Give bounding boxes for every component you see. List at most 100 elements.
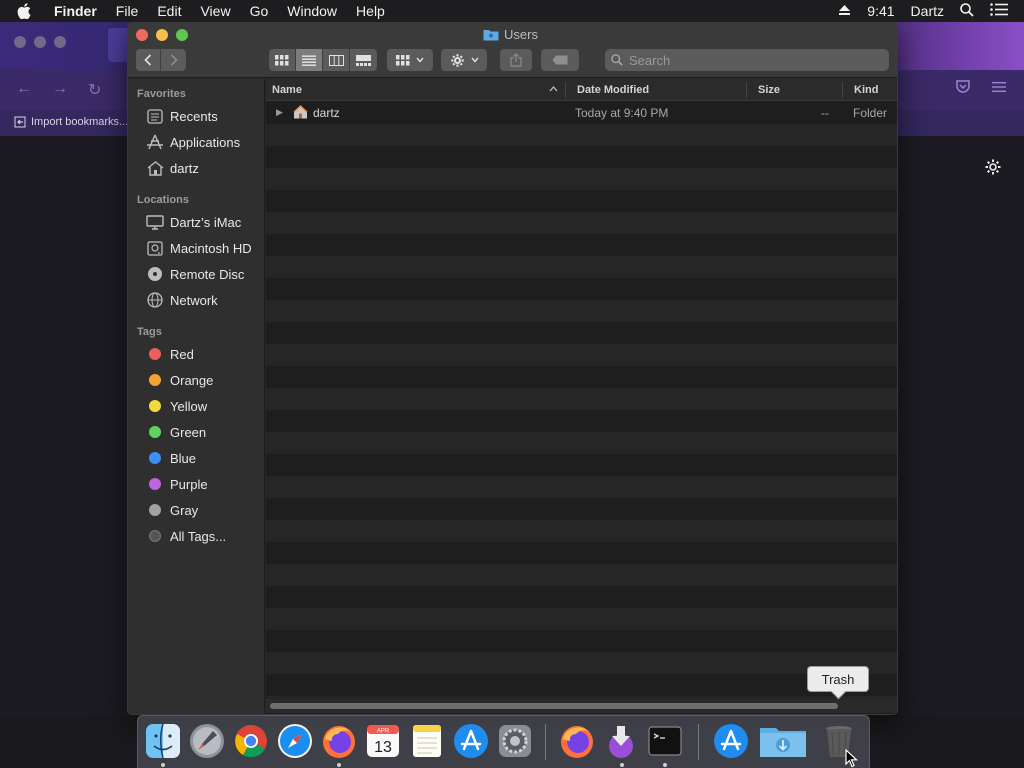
- column-header-date-modified[interactable]: Date Modified: [577, 84, 649, 96]
- tag-color-dot: [149, 452, 161, 464]
- column-header-size[interactable]: Size: [758, 84, 780, 96]
- eject-icon[interactable]: [838, 3, 851, 19]
- menu-help[interactable]: Help: [356, 3, 385, 19]
- dock-terminal-icon[interactable]: [646, 722, 684, 760]
- search-field[interactable]: Search: [605, 49, 889, 71]
- mouse-cursor-icon: [845, 748, 859, 768]
- sidebar-tag-yellow[interactable]: Yellow: [128, 394, 264, 418]
- sidebar-item-label: Red: [170, 346, 194, 362]
- close-button[interactable]: [136, 29, 148, 41]
- sidebar-item-applications[interactable]: Applications: [128, 130, 264, 154]
- settings-gear-icon[interactable]: [984, 158, 1002, 181]
- table-row[interactable]: ▶ dartz Today at 9:40 PM -- Folder: [266, 102, 897, 124]
- column-divider[interactable]: [565, 82, 566, 98]
- sidebar-item-label: Applications: [170, 134, 241, 150]
- dock-safari-icon[interactable]: [276, 722, 314, 760]
- column-view-button[interactable]: [323, 49, 350, 71]
- dock-chrome-icon[interactable]: [232, 722, 270, 760]
- sidebar-all-tags[interactable]: All Tags...: [128, 524, 264, 548]
- home-icon: [145, 159, 165, 177]
- finder-title-bar: Users Search: [128, 23, 897, 78]
- dock-system-preferences-icon[interactable]: [496, 722, 534, 760]
- column-divider[interactable]: [746, 82, 747, 98]
- spotlight-search-icon[interactable]: [960, 2, 974, 20]
- column-divider[interactable]: [842, 82, 843, 98]
- dock-firefox-2-icon[interactable]: [558, 722, 596, 760]
- share-button[interactable]: [500, 49, 532, 71]
- browser-close-dot[interactable]: [14, 36, 26, 48]
- sidebar-item-macintosh-hd[interactable]: Macintosh HD: [128, 236, 264, 260]
- browser-back-icon[interactable]: ←: [16, 80, 32, 98]
- column-header-name[interactable]: Name: [272, 84, 302, 96]
- group-by-button[interactable]: [387, 49, 433, 71]
- tag-icon: [552, 55, 568, 65]
- tag-color-dot: [149, 504, 161, 516]
- minimize-button[interactable]: [156, 29, 168, 41]
- applications-icon: [145, 133, 165, 151]
- tag-color-dot: [149, 426, 161, 438]
- disclosure-triangle-icon[interactable]: ▶: [276, 107, 283, 118]
- sidebar-tag-red[interactable]: Red: [128, 342, 264, 366]
- sidebar-item-label: Recents: [170, 108, 218, 124]
- sidebar-tag-purple[interactable]: Purple: [128, 472, 264, 496]
- dock-downloader-icon[interactable]: [602, 722, 640, 760]
- search-icon: [611, 54, 623, 66]
- sidebar-item-label: Blue: [170, 450, 197, 466]
- dock-launchpad-icon[interactable]: [188, 722, 226, 760]
- browser-minimize-dot[interactable]: [34, 36, 46, 48]
- locations-header: Locations: [137, 194, 189, 206]
- sidebar-item-label: Dartz’s iMac: [170, 214, 242, 230]
- dock-notes-icon[interactable]: [408, 722, 446, 760]
- gallery-view-button[interactable]: [350, 49, 377, 71]
- sidebar-tag-orange[interactable]: Orange: [128, 368, 264, 392]
- icon-view-button[interactable]: [269, 49, 296, 71]
- pocket-icon[interactable]: [956, 80, 970, 98]
- menu-window[interactable]: Window: [287, 3, 337, 19]
- list-view-button[interactable]: [296, 49, 323, 71]
- horizontal-scrollbar-thumb[interactable]: [270, 703, 838, 709]
- back-forward-control: [136, 49, 186, 71]
- back-button[interactable]: [136, 49, 161, 71]
- forward-button[interactable]: [161, 49, 186, 71]
- sidebar-item-home[interactable]: dartz: [128, 156, 264, 180]
- menu-go[interactable]: Go: [250, 3, 269, 19]
- sidebar-item-label: Yellow: [170, 398, 208, 414]
- user-menu[interactable]: Dartz: [911, 3, 944, 19]
- action-menu-button[interactable]: [441, 49, 487, 71]
- menu-app-name[interactable]: Finder: [54, 3, 97, 19]
- sidebar-item-remote-disc[interactable]: Remote Disc: [128, 262, 264, 286]
- menu-edit[interactable]: Edit: [157, 3, 181, 19]
- browser-forward-icon[interactable]: →: [52, 80, 68, 98]
- browser-menu-icon[interactable]: [992, 80, 1006, 98]
- clock[interactable]: 9:41: [867, 3, 894, 19]
- sidebar-tag-gray[interactable]: Gray: [128, 498, 264, 522]
- home-folder-icon: [293, 104, 308, 122]
- edit-tags-button[interactable]: [541, 49, 579, 71]
- apple-menu-icon[interactable]: [17, 3, 37, 19]
- sidebar-item-imac[interactable]: Dartz’s iMac: [128, 210, 264, 234]
- browser-zoom-dot[interactable]: [54, 36, 66, 48]
- notification-center-icon[interactable]: [990, 3, 1008, 19]
- svg-text:13: 13: [374, 739, 392, 756]
- dock-downloads-folder-icon[interactable]: [758, 722, 808, 760]
- menu-view[interactable]: View: [200, 3, 230, 19]
- dock-applications-stack-icon[interactable]: [712, 722, 750, 760]
- column-header-kind[interactable]: Kind: [854, 84, 878, 96]
- gear-icon: [450, 53, 464, 67]
- sidebar-item-recents[interactable]: Recents: [128, 104, 264, 128]
- file-date-modified: Today at 9:40 PM: [575, 106, 669, 120]
- dock-calendar-icon[interactable]: APR 13: [364, 722, 402, 760]
- running-indicator: [161, 763, 165, 767]
- dock-app-store-icon[interactable]: [452, 722, 490, 760]
- zoom-button[interactable]: [176, 29, 188, 41]
- import-bookmarks-link[interactable]: Import bookmarks...: [14, 116, 128, 128]
- file-kind: Folder: [853, 106, 888, 120]
- sidebar-item-network[interactable]: Network: [128, 288, 264, 312]
- dock-firefox-icon[interactable]: [320, 722, 358, 760]
- browser-active-tab[interactable]: [108, 28, 128, 62]
- browser-reload-icon[interactable]: ↻: [88, 80, 101, 100]
- sidebar-tag-blue[interactable]: Blue: [128, 446, 264, 470]
- sidebar-tag-green[interactable]: Green: [128, 420, 264, 444]
- menu-file[interactable]: File: [116, 3, 139, 19]
- dock-finder-icon[interactable]: [144, 722, 182, 760]
